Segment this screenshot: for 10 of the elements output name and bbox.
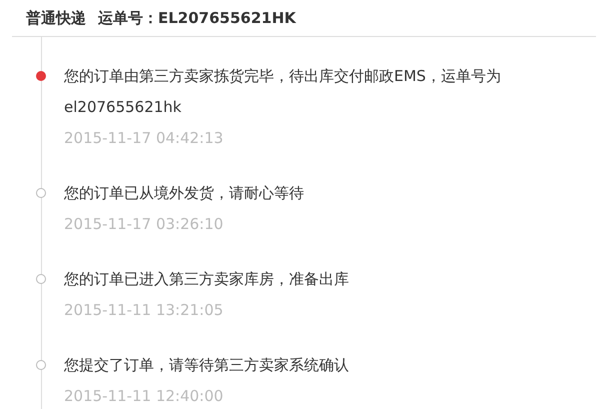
event-time: 2015-11-11 13:21:05 bbox=[64, 300, 224, 321]
event-message: 您提交了订单，请等待第三方卖家系统确认 bbox=[64, 355, 350, 376]
event-time: 2015-11-17 03:26:10 bbox=[64, 214, 224, 235]
event-message: 您的订单已从境外发货，请耐心等待 bbox=[64, 183, 305, 204]
tracking-number: 运单号：EL207655621HK bbox=[98, 8, 296, 28]
event-message: 您的订单已进入第三方卖家库房，准备出库 bbox=[64, 269, 350, 290]
event-time: 2015-11-17 04:42:13 bbox=[64, 128, 224, 149]
carrier-label: 普通快递 bbox=[26, 8, 86, 28]
event-time: 2015-11-11 12:40:00 bbox=[64, 386, 224, 407]
event-message: 您的订单由第三方卖家拣货完毕，待出库交付邮政EMS，运单号为el207655621hk bbox=[64, 66, 502, 118]
